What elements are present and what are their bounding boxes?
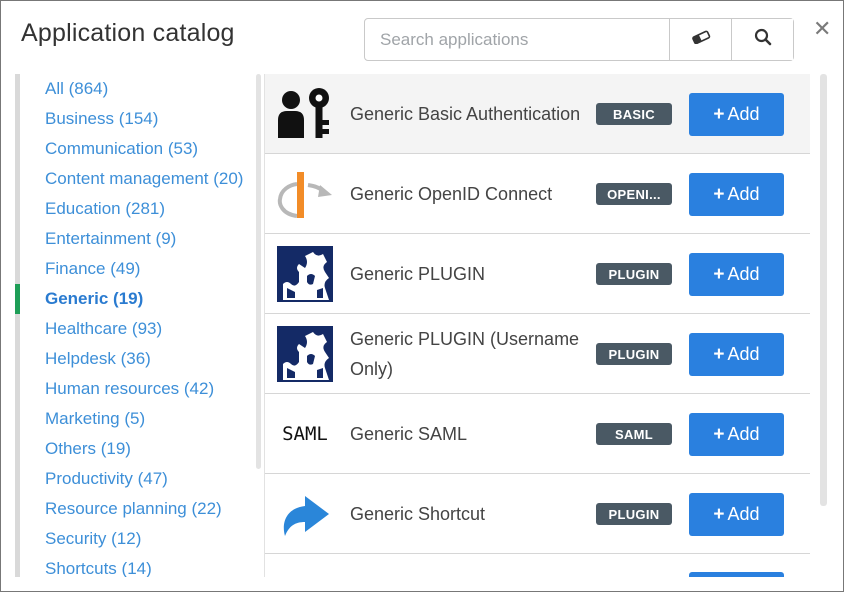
category-marketing[interactable]: Marketing (5)	[45, 404, 145, 434]
category-entertainment[interactable]: Entertainment (9)	[45, 224, 176, 254]
app-row[interactable]: Generic OpenID Connect OPENI... + Add	[265, 154, 810, 234]
app-row[interactable]: SAML Generic SAML SAML + Add	[265, 394, 810, 474]
category-shortcuts[interactable]: Shortcuts (14)	[45, 554, 152, 577]
close-icon[interactable]: ✕	[813, 19, 831, 41]
add-button[interactable]: + Add	[689, 333, 784, 376]
search-group	[364, 18, 794, 61]
plus-icon: +	[713, 503, 725, 525]
app-name: Generic SAML	[350, 424, 468, 444]
auth-type-badge: SAML	[596, 423, 672, 445]
add-button-label: Add	[727, 344, 760, 364]
search-icon	[754, 28, 772, 51]
saml-logo-text: SAML	[282, 423, 328, 445]
category-healthcare[interactable]: Healthcare (93)	[45, 314, 162, 344]
auth-type-badge: PLUGIN	[596, 503, 672, 525]
app-name: Generic Basic Authentication	[350, 104, 581, 124]
add-button-label: Add	[727, 104, 760, 124]
add-button-label: Add	[727, 504, 760, 524]
category-others[interactable]: Others (19)	[45, 434, 131, 464]
application-catalog-dialog: Application catalog ✕	[0, 0, 844, 592]
person-key-icon	[277, 86, 333, 142]
category-resource-planning[interactable]: Resource planning (22)	[45, 494, 222, 524]
plugin-puzzle-icon	[277, 326, 333, 382]
category-education[interactable]: Education (281)	[45, 194, 165, 224]
category-business[interactable]: Business (154)	[45, 104, 158, 134]
add-button[interactable]: + Add	[689, 173, 784, 216]
plus-icon: +	[713, 343, 725, 365]
app-name: Generic PLUGIN	[350, 264, 486, 284]
category-productivity[interactable]: Productivity (47)	[45, 464, 168, 494]
search-button[interactable]	[731, 19, 793, 60]
plus-icon: +	[713, 183, 725, 205]
dialog-title: Application catalog	[21, 19, 235, 47]
eraser-icon	[691, 30, 711, 49]
category-helpdesk[interactable]: Helpdesk (36)	[45, 344, 151, 374]
category-generic[interactable]: Generic (19)	[45, 284, 143, 314]
app-name: Generic PLUGIN (Username Only)	[350, 329, 580, 379]
sidebar-rail	[15, 74, 20, 577]
add-button[interactable]: + Add	[689, 93, 784, 136]
category-communication[interactable]: Communication (53)	[45, 134, 198, 164]
category-finance[interactable]: Finance (49)	[45, 254, 140, 284]
auth-type-badge: OPENI...	[596, 183, 672, 205]
app-name: Generic OpenID Connect	[350, 184, 553, 204]
list-scrollbar[interactable]	[820, 74, 827, 506]
sidebar-scrollbar[interactable]	[256, 74, 261, 469]
plugin-puzzle-icon	[277, 246, 333, 302]
plus-icon: +	[713, 263, 725, 285]
auth-type-badge: PLUGIN	[596, 263, 672, 285]
category-all[interactable]: All (864)	[45, 74, 108, 104]
category-security[interactable]: Security (12)	[45, 524, 141, 554]
add-button-label: Add	[727, 264, 760, 284]
plus-icon: +	[713, 423, 725, 445]
clear-search-button[interactable]	[669, 19, 731, 60]
add-button[interactable]: + Add	[689, 253, 784, 296]
category-human-resources[interactable]: Human resources (42)	[45, 374, 214, 404]
app-row[interactable]: Generic PLUGIN PLUGIN + Add	[265, 234, 810, 314]
shortcut-arrow-icon	[277, 486, 333, 542]
add-button[interactable]: + Add	[689, 493, 784, 536]
add-button[interactable]: + Add	[689, 413, 784, 456]
openid-icon	[277, 166, 333, 222]
saml-logo: SAML	[277, 406, 333, 462]
plus-icon: +	[713, 103, 725, 125]
add-button-label: Add	[727, 424, 760, 444]
add-button-partial[interactable]	[689, 572, 784, 577]
category-content-management[interactable]: Content management (20)	[45, 164, 243, 194]
app-row[interactable]: Generic PLUGIN (Username Only) PLUGIN + …	[265, 314, 810, 394]
add-button-label: Add	[727, 184, 760, 204]
auth-type-badge: BASIC	[596, 103, 672, 125]
active-category-marker	[15, 284, 20, 314]
search-input[interactable]	[365, 19, 669, 60]
application-list: Generic Basic Authentication BASIC + Add…	[264, 74, 810, 577]
app-name: Generic Shortcut	[350, 504, 486, 524]
auth-type-badge: PLUGIN	[596, 343, 672, 365]
category-sidebar: All (864) Business (154) Communication (…	[15, 74, 261, 577]
app-row[interactable]: Generic Basic Authentication BASIC + Add	[265, 74, 810, 154]
app-row[interactable]: Generic Shortcut PLUGIN + Add	[265, 474, 810, 554]
